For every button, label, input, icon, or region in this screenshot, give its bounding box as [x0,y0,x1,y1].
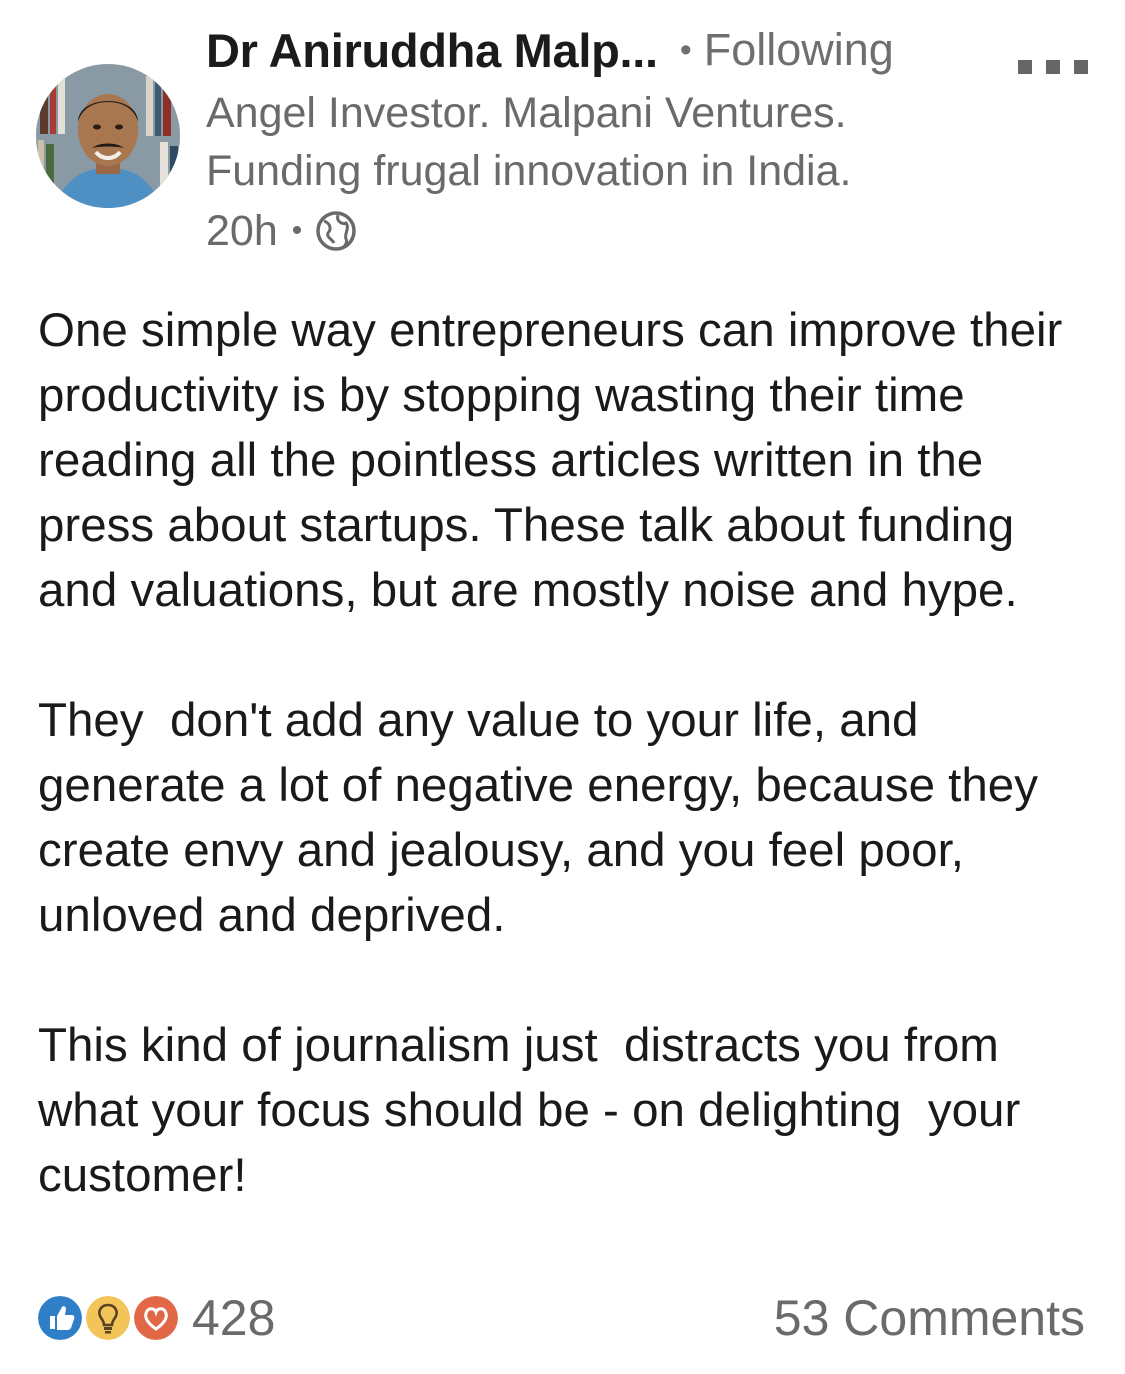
post-paragraph: They don't add any value to your life, a… [38,694,1052,942]
headline-line: Angel Investor. Malpani Ventures. [206,89,847,137]
insightful-icon [84,1294,132,1342]
globe-icon [316,211,357,251]
follow-status[interactable]: Following [704,24,894,76]
meta-separator: • [291,214,303,247]
more-dot [1046,60,1060,74]
headline-line: Funding frugal innovation in India. [206,147,852,195]
post-text: One simple way entrepreneurs can improve… [38,298,1098,1208]
author-name-row: Dr Aniruddha Malp... • Following [206,22,894,78]
more-dot [1018,60,1032,74]
like-icon [36,1294,84,1342]
reactions-summary[interactable]: 428 [36,1288,275,1348]
avatar-photo [36,64,180,208]
post-timestamp: 20h [206,206,278,255]
more-options-icon[interactable] [1018,60,1088,78]
love-icon [132,1294,180,1342]
more-dot [1074,60,1088,74]
linkedin-post: Dr Aniruddha Malp... • Following Angel I… [0,0,1125,1374]
comments-count-link[interactable]: 53 Comments [774,1288,1085,1348]
author-name[interactable]: Dr Aniruddha Malp... [206,23,658,78]
author-avatar[interactable] [36,64,180,208]
post-paragraph: This kind of journalism just distracts y… [38,1019,1034,1202]
author-headline: Angel Investor. Malpani Ventures. Fundin… [206,84,1006,200]
reaction-count: 428 [192,1290,276,1346]
post-paragraph: One simple way entrepreneurs can improve… [38,304,1076,617]
reaction-icons [36,1294,180,1342]
follow-separator: • [679,30,692,69]
post-meta: 20h • [206,204,358,258]
